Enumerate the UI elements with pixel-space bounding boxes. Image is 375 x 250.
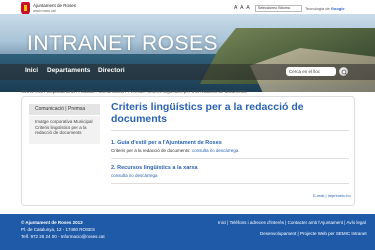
section-1-text: Criteris per a la redacció de documents: — [111, 148, 191, 153]
sidebar-list: Imatge corporativa Municipal Criteris li… — [29, 116, 100, 144]
search-input[interactable]: Cerca en el lloc — [286, 67, 336, 76]
section-1-title: 1. Guia d'estil per a l'Ajuntament de Ro… — [111, 140, 222, 146]
footer-contact: Telf. 972 25 24 00 - Informacio@roses.ca… — [21, 234, 105, 239]
divider — [111, 183, 349, 184]
footer-credit[interactable]: Desenvolupament | Projecte Web per SEMIC… — [260, 231, 367, 237]
breadcrumb[interactable]: Sou a: Inici / Departaments / Alcaldia /… — [21, 89, 247, 94]
footer-address: Pl. de Catalunya, 12 - 17480 ROSES — [21, 227, 96, 232]
site-title: INTRANET ROSES — [27, 32, 218, 55]
sidebar-heading[interactable]: Comunicació | Premsa — [29, 104, 100, 115]
footer-links[interactable]: Inici | Telèfons i adreces d'interès | C… — [218, 220, 366, 226]
section-1-download-link[interactable]: consulta i/o descàrrega — [192, 148, 239, 153]
logo-org-site: www.roses.cat — [33, 9, 56, 13]
google-translate-credit: Tecnologia de Google — [305, 6, 345, 11]
tech-label: Tecnologia de — [305, 6, 330, 11]
search-icon — [341, 69, 348, 76]
nav-directori[interactable]: Directori — [98, 67, 125, 74]
nav-departaments[interactable]: Departaments — [47, 67, 90, 74]
page-tools[interactable]: E-mail | Imprimeix-ho — [313, 193, 351, 198]
language-select[interactable]: Seleccioneu l'idioma — [255, 5, 302, 12]
logo-org-name: Ajuntament de Roses — [33, 3, 77, 8]
sidebar-item-imatge-corporativa[interactable]: Imatge corporativa Municipal — [35, 119, 94, 125]
divider — [111, 158, 349, 159]
font-size-controls[interactable]: A A A — [234, 5, 251, 11]
section-2-title: 2. Recursos lingüístics a la xarxa — [111, 165, 198, 171]
footer: © Ajuntament de Roses 2013 Pl. de Catalu… — [0, 214, 375, 250]
footer-copyright: © Ajuntament de Roses 2013 — [21, 220, 83, 225]
nav-inici[interactable]: Inici — [25, 67, 38, 74]
section-1-line: Criteris per a la redacció de documents:… — [111, 148, 238, 153]
divider — [111, 130, 349, 131]
section-2-download-link[interactable]: consulta i/o descàrrega — [111, 173, 158, 178]
section-2-line: consulta i/o descàrrega — [111, 173, 158, 178]
sidebar-item-criteris-linguistics[interactable]: Criteris lingüístics per a la redacció d… — [35, 125, 94, 136]
search-button[interactable] — [339, 67, 348, 76]
google-brand: Google — [330, 6, 345, 11]
page-title: Criteris lingüístics per a la redacció d… — [111, 101, 304, 125]
